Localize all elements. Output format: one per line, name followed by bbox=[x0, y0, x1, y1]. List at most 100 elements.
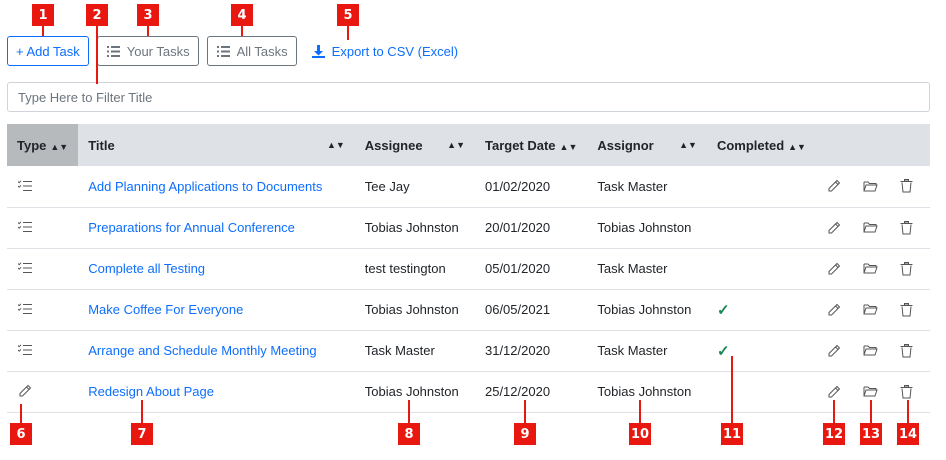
cell-target-date: 20/01/2020 bbox=[484, 220, 551, 235]
open-folder-icon[interactable] bbox=[862, 178, 878, 194]
cell-assignor: Tobias Johnston bbox=[597, 302, 692, 317]
column-header-title[interactable]: Title ▲▼ bbox=[78, 124, 355, 166]
column-header-target-date[interactable]: Target Date ▲▼ bbox=[475, 124, 587, 166]
task-title-link[interactable]: Complete all Testing bbox=[88, 261, 205, 276]
annotation-line-7 bbox=[141, 400, 143, 423]
delete-trash-icon[interactable] bbox=[898, 384, 914, 400]
export-csv-label: Export to CSV (Excel) bbox=[331, 43, 459, 59]
open-folder-icon[interactable] bbox=[862, 261, 878, 277]
delete-trash-icon[interactable] bbox=[898, 178, 914, 194]
all-tasks-label: All Tasks bbox=[236, 43, 288, 59]
cell-type bbox=[7, 248, 78, 289]
annotation-line-6 bbox=[20, 404, 22, 423]
delete-trash-icon[interactable] bbox=[898, 343, 914, 359]
column-header-title-label: Title bbox=[88, 137, 115, 153]
delete-trash-icon[interactable] bbox=[898, 220, 914, 236]
annotation-line-9 bbox=[524, 400, 526, 423]
sort-icon: ▲▼ bbox=[447, 140, 465, 150]
annotation-marker-5: 5 bbox=[337, 4, 359, 26]
cell-title: Add Planning Applications to Documents bbox=[78, 166, 355, 207]
cell-assignor: Task Master bbox=[597, 178, 668, 194]
cell-assignee: test testington bbox=[364, 261, 446, 276]
edit-pencil-icon[interactable] bbox=[826, 302, 842, 318]
task-title-link[interactable]: Arrange and Schedule Monthly Meeting bbox=[88, 343, 316, 358]
annotation-marker-3: 3 bbox=[137, 4, 159, 26]
checklist-icon bbox=[17, 342, 33, 358]
cell-type bbox=[7, 166, 78, 207]
annotation-line-11 bbox=[731, 356, 733, 423]
annotation-marker-4: 4 bbox=[231, 4, 253, 26]
cell-completed bbox=[707, 371, 816, 412]
task-title-link[interactable]: Redesign About Page bbox=[88, 384, 214, 399]
filter-title-input[interactable] bbox=[7, 82, 930, 112]
cell-actions bbox=[816, 207, 930, 248]
cell-type bbox=[7, 371, 78, 412]
cell-target-date: 05/01/2020 bbox=[484, 261, 551, 276]
add-task-label: + Add Task bbox=[16, 43, 80, 59]
sort-icon: ▲▼ bbox=[326, 140, 345, 150]
table-row: Make Coffee For Everyone Tobias Johnston 0… bbox=[7, 289, 930, 330]
your-tasks-label: Your Tasks bbox=[126, 43, 190, 59]
annotation-marker-9: 9 bbox=[514, 423, 536, 445]
column-header-actions bbox=[816, 124, 930, 166]
cell-title: Preparations for Annual Conference bbox=[78, 207, 355, 248]
edit-pencil-icon[interactable] bbox=[826, 384, 842, 400]
task-title-link[interactable]: Preparations for Annual Conference bbox=[88, 220, 295, 235]
edit-pencil-icon[interactable] bbox=[826, 343, 842, 359]
add-task-button[interactable]: + Add Task bbox=[7, 36, 89, 66]
tasks-table: Type ▲▼ Title ▲▼ Assignee ▲▼ Target Date ▲▼ … bbox=[7, 124, 930, 413]
annotation-marker-10: 10 bbox=[629, 423, 651, 445]
cell-completed: ✓ bbox=[707, 330, 816, 371]
column-header-assignee-label: Assignee bbox=[364, 137, 423, 153]
open-folder-icon[interactable] bbox=[862, 343, 878, 359]
column-header-type[interactable]: Type ▲▼ bbox=[7, 124, 79, 166]
edit-pencil-icon[interactable] bbox=[826, 220, 842, 236]
column-header-completed[interactable]: Completed ▲▼ bbox=[707, 124, 816, 166]
checklist-icon bbox=[17, 301, 33, 317]
cell-assignor: Tobias Johnston bbox=[597, 384, 692, 399]
column-header-completed-label: Completed bbox=[716, 137, 785, 153]
cell-type bbox=[7, 330, 78, 371]
cell-completed bbox=[707, 248, 816, 289]
cell-assignee: Tee Jay bbox=[364, 178, 410, 194]
cell-title: Redesign About Page bbox=[78, 371, 355, 412]
cell-assignor: Tobias Johnston bbox=[597, 220, 692, 235]
cell-assignor: Task Master bbox=[597, 261, 668, 276]
your-tasks-button[interactable]: Your Tasks bbox=[96, 36, 199, 66]
table-row: Complete all Testing test testington 05/01… bbox=[7, 248, 930, 289]
export-csv-link[interactable]: Export to CSV (Excel) bbox=[308, 36, 461, 66]
task-title-link[interactable]: Make Coffee For Everyone bbox=[88, 302, 243, 317]
sort-icon: ▲▼ bbox=[559, 141, 578, 152]
all-tasks-button[interactable]: All Tasks bbox=[206, 36, 297, 66]
cell-completed bbox=[707, 166, 816, 207]
cell-completed: ✓ bbox=[707, 289, 816, 330]
list-icon bbox=[216, 43, 232, 59]
column-header-assignee[interactable]: Assignee ▲▼ bbox=[355, 124, 475, 166]
cell-assignee: Tobias Johnston bbox=[364, 220, 459, 235]
cell-title: Complete all Testing bbox=[78, 248, 355, 289]
list-icon bbox=[106, 43, 122, 59]
column-header-assignor[interactable]: Assignor ▲▼ bbox=[587, 124, 707, 166]
delete-trash-icon[interactable] bbox=[898, 261, 914, 277]
open-folder-icon[interactable] bbox=[862, 220, 878, 236]
open-folder-icon[interactable] bbox=[862, 302, 878, 318]
annotation-marker-7: 7 bbox=[131, 423, 153, 445]
annotation-line-13 bbox=[870, 400, 872, 423]
edit-pencil-icon[interactable] bbox=[826, 261, 842, 277]
column-header-assignor-label: Assignor bbox=[597, 137, 654, 153]
table-row: Arrange and Schedule Monthly Meeting Task… bbox=[7, 330, 930, 371]
cell-target-date: 31/12/2020 bbox=[484, 343, 551, 358]
sort-icon: ▲▼ bbox=[50, 141, 69, 152]
open-folder-icon[interactable] bbox=[862, 384, 878, 400]
cell-actions bbox=[816, 330, 930, 371]
toolbar: + Add Task Your Tasks All Tasks Export t… bbox=[7, 36, 461, 66]
task-title-link[interactable]: Add Planning Applications to Documents bbox=[88, 179, 322, 194]
annotation-marker-2: 2 bbox=[86, 4, 108, 26]
annotation-line-1 bbox=[42, 26, 44, 36]
cell-title: Make Coffee For Everyone bbox=[78, 289, 355, 330]
sort-icon: ▲▼ bbox=[679, 140, 697, 150]
delete-trash-icon[interactable] bbox=[898, 302, 914, 318]
cell-assignee: Task Master bbox=[364, 343, 435, 358]
annotation-line-4 bbox=[241, 26, 243, 36]
edit-pencil-icon[interactable] bbox=[826, 178, 842, 194]
